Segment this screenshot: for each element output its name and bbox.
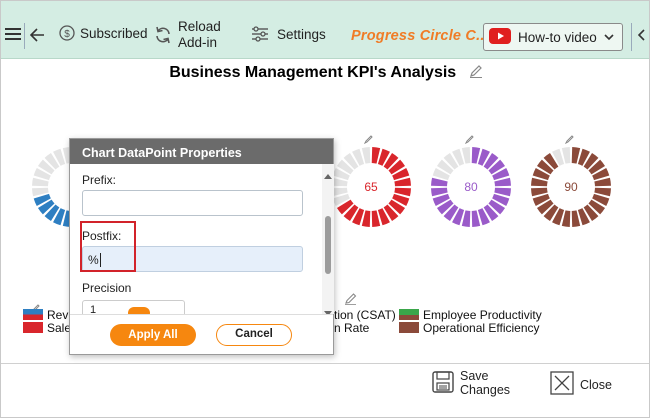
scroll-up-icon[interactable] xyxy=(324,166,332,184)
reload-addin-button[interactable]: Reload Add-in xyxy=(153,19,221,51)
settings-button[interactable]: Settings xyxy=(251,26,326,42)
text-cursor xyxy=(99,253,101,267)
sliders-icon xyxy=(251,26,269,42)
scroll-thumb[interactable] xyxy=(325,216,331,274)
chevron-left-icon xyxy=(637,28,646,46)
legend-item: Rev xyxy=(23,307,71,322)
legend-label: Sale xyxy=(47,320,72,335)
toolbar-divider xyxy=(24,23,25,49)
precision-slider-thumb[interactable] xyxy=(128,307,150,314)
edit-title-pencil-icon[interactable] xyxy=(469,64,483,83)
app-title: Progress Circle C... xyxy=(351,28,489,44)
howto-label: How-to video xyxy=(518,29,597,45)
save-label-line2: Changes xyxy=(460,383,511,397)
legend-swatch xyxy=(23,309,43,320)
svg-text:$: $ xyxy=(64,29,70,40)
legend-label: Operational Efficiency xyxy=(423,320,540,335)
prefix-input[interactable] xyxy=(82,190,303,216)
postfix-value: % xyxy=(88,253,99,267)
edit-donut-3-pencil-icon[interactable] xyxy=(464,131,474,149)
reload-label-line2: Add-in xyxy=(178,35,218,50)
legend-item: n Rate xyxy=(334,320,396,335)
chevron-down-icon xyxy=(603,31,615,46)
close-button[interactable]: Close xyxy=(550,371,612,398)
reload-label-line1: Reload xyxy=(178,19,221,34)
edit-donut-4-pencil-icon[interactable] xyxy=(564,131,574,149)
edit-donut-2-pencil-icon[interactable] xyxy=(363,131,373,149)
legend-label: tion (CSAT) xyxy=(334,307,396,322)
chart-title-row: Business Management KPI's Analysis xyxy=(1,64,649,83)
cancel-button[interactable]: Cancel xyxy=(216,324,292,346)
donut-2-value: 65 xyxy=(364,180,378,194)
prefix-label: Prefix: xyxy=(82,173,117,187)
precision-value: 1 xyxy=(90,304,97,314)
legend-item: tion (CSAT) xyxy=(334,307,396,322)
postfix-input[interactable]: % xyxy=(82,246,303,272)
back-arrow-icon[interactable] xyxy=(30,28,44,42)
legend-middle: tion (CSAT) n Rate xyxy=(334,307,396,335)
settings-label: Settings xyxy=(277,26,326,42)
postfix-label: Postfix: xyxy=(82,229,122,243)
legend-right: Employee Productivity Operational Effici… xyxy=(399,307,542,335)
reload-icon xyxy=(153,25,173,45)
legend-label: n Rate xyxy=(334,320,370,335)
dialog-scrollbar[interactable] xyxy=(322,164,334,316)
menu-icon[interactable] xyxy=(5,27,21,41)
legend-left: Rev Sale xyxy=(23,307,72,335)
legend-item: Operational Efficiency xyxy=(399,320,542,335)
close-label: Close xyxy=(580,377,612,392)
dialog-footer: Apply All Cancel xyxy=(70,314,333,354)
precision-label: Precision xyxy=(82,281,132,295)
collapse-panel-button[interactable] xyxy=(631,23,649,51)
dollar-coin-icon: $ xyxy=(59,25,75,41)
reload-label: Reload Add-in xyxy=(178,19,221,51)
donut-3-value: 80 xyxy=(464,180,478,194)
save-label: Save Changes xyxy=(460,369,510,397)
save-changes-button[interactable]: Save Changes xyxy=(431,369,510,397)
subscribed-label: Subscribed xyxy=(80,25,148,41)
legend-swatch xyxy=(399,322,419,333)
app-window: $ Subscribed Reload Add-in Settings Prog… xyxy=(0,0,650,418)
close-x-icon xyxy=(550,371,574,398)
precision-stepper[interactable]: 1 xyxy=(82,300,185,314)
legend-label: Rev xyxy=(47,307,69,322)
footer-divider xyxy=(1,363,649,364)
save-label-line1: Save xyxy=(460,369,489,383)
toolbar: $ Subscribed Reload Add-in Settings Prog… xyxy=(1,1,649,59)
legend-swatch xyxy=(23,322,43,333)
chart-title: Business Management KPI's Analysis xyxy=(169,64,457,81)
donut-4-value: 90 xyxy=(564,180,578,194)
apply-all-button[interactable]: Apply All xyxy=(110,324,196,346)
legend-item: Employee Productivity xyxy=(399,307,542,322)
dialog-body: Prefix: Postfix: % Precision 1 xyxy=(70,164,322,314)
floppy-disk-icon xyxy=(431,370,455,397)
legend-swatch xyxy=(399,309,419,320)
legend-item: Sale xyxy=(23,320,72,335)
dialog-title: Chart DataPoint Properties xyxy=(70,139,333,164)
howto-video-dropdown[interactable]: How-to video xyxy=(483,23,623,51)
chart-datapoint-properties-dialog: Chart DataPoint Properties Prefix: Postf… xyxy=(69,138,334,355)
subscribed-button[interactable]: $ Subscribed xyxy=(59,25,148,41)
youtube-icon xyxy=(489,27,511,47)
legend-label: Employee Productivity xyxy=(423,307,542,322)
